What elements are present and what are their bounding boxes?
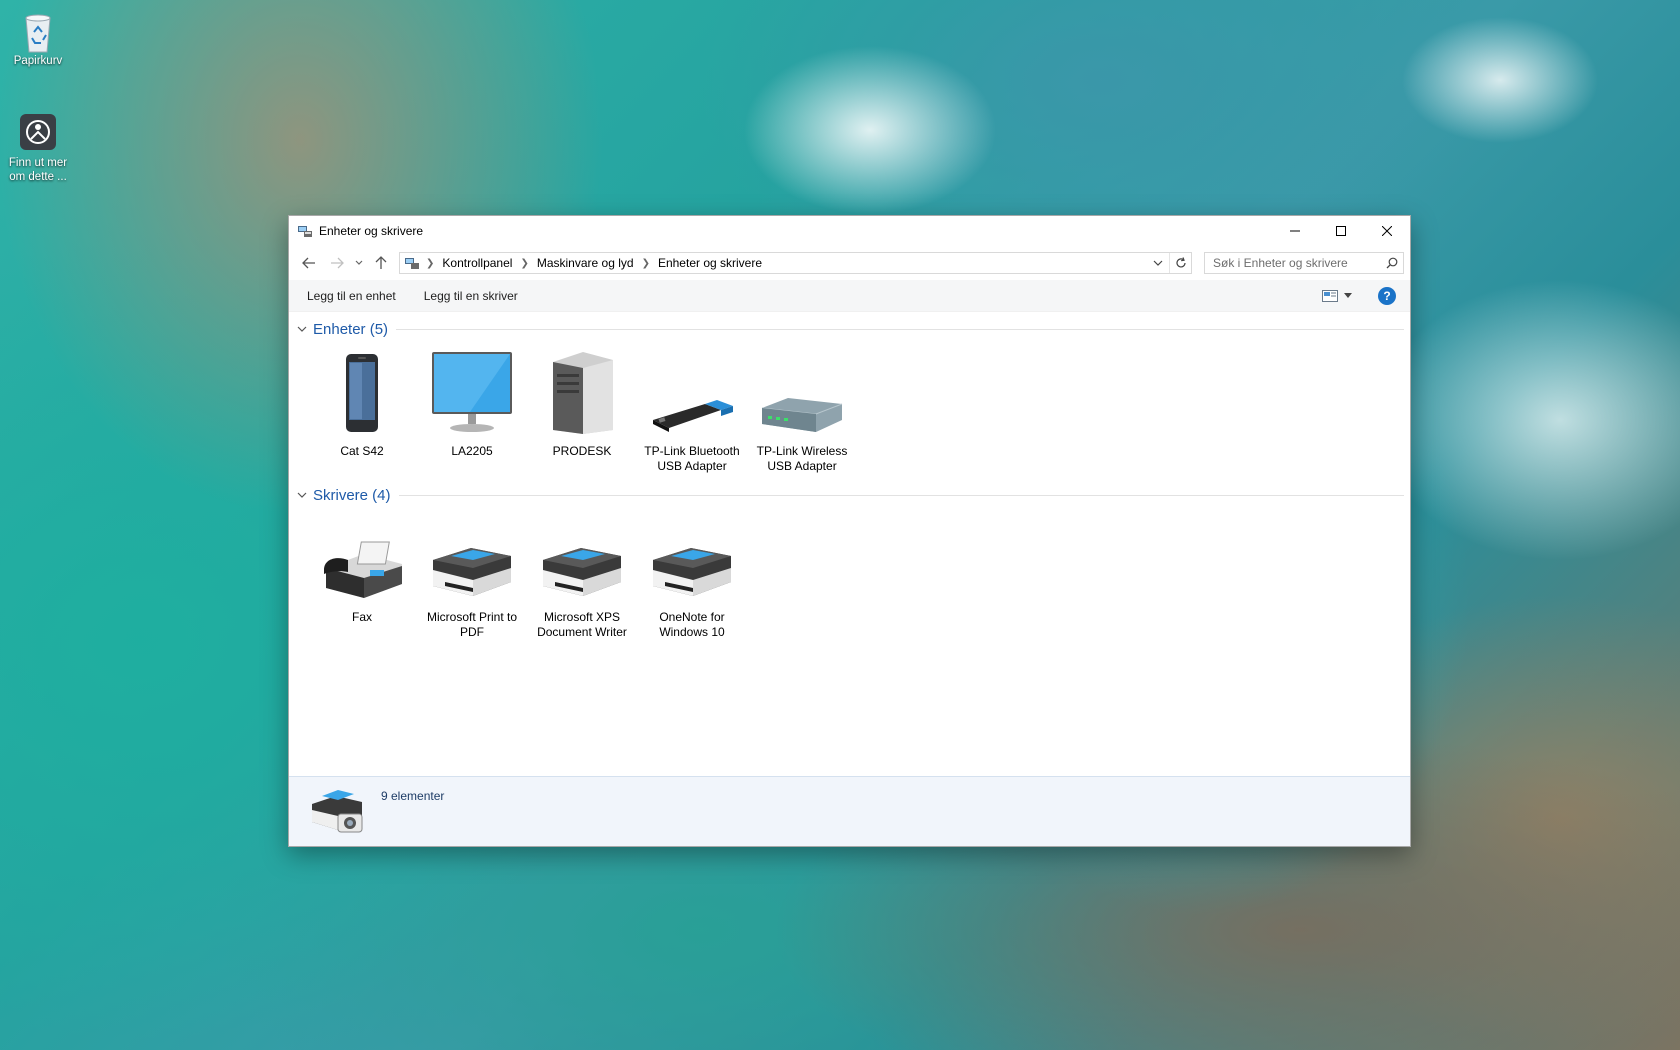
printer-label: Microsoft XPS Document Writer	[537, 610, 627, 639]
device-label: TP-Link Wireless USB Adapter	[756, 444, 848, 473]
device-label: TP-Link Bluetooth USB Adapter	[644, 444, 740, 473]
chevron-down-icon	[295, 492, 309, 498]
item-count: 9 elementer	[381, 789, 445, 803]
group-header-printers[interactable]: Skrivere (4)	[295, 482, 1404, 508]
back-button[interactable]	[295, 251, 323, 275]
printer-icon	[647, 514, 737, 600]
command-bar: Legg til en enhet Legg til en skriver ?	[289, 280, 1410, 312]
chevron-right-icon: ❯	[641, 257, 650, 269]
device-item[interactable]: PRODESK	[527, 342, 637, 474]
desktop-icon-recycle-bin[interactable]: Papirkurv	[0, 10, 76, 68]
group-divider	[398, 494, 1404, 496]
view-options-icon	[1322, 289, 1338, 302]
printers-list: Fax Microsoft Print to PDF Microsoft XPS…	[295, 508, 1404, 640]
desktop-icon-label: Papirkurv	[13, 55, 63, 67]
search-icon	[1381, 257, 1403, 269]
details-pane: 9 elementer	[289, 776, 1410, 846]
add-printer-button[interactable]: Legg til en skriver	[416, 284, 526, 308]
close-button[interactable]	[1364, 216, 1410, 246]
recent-locations-button[interactable]	[351, 251, 367, 275]
search-input[interactable]	[1213, 256, 1381, 270]
desktop-icon-label: Finn ut mer om dette ...	[8, 157, 68, 183]
refresh-button[interactable]	[1169, 253, 1191, 273]
group-title: Enheter (5)	[313, 320, 389, 338]
minimize-icon	[1290, 230, 1300, 232]
printer-label: Fax	[351, 610, 372, 624]
chevron-right-icon: ❯	[426, 257, 435, 269]
close-icon	[1382, 226, 1392, 236]
help-icon: ?	[1383, 288, 1391, 303]
desktop-icon-spotlight[interactable]: Finn ut mer om dette ...	[0, 112, 76, 184]
change-view-button[interactable]	[1322, 289, 1352, 302]
chevron-right-icon: ❯	[520, 257, 529, 269]
address-dropdown-button[interactable]	[1147, 253, 1169, 273]
printer-label: OneNote for Windows 10	[659, 610, 725, 639]
phone-icon	[317, 348, 407, 434]
window-title: Enheter og skrivere	[319, 224, 424, 238]
group-title: Skrivere (4)	[313, 486, 391, 504]
group-header-devices[interactable]: Enheter (5)	[295, 316, 1404, 342]
title-bar[interactable]: Enheter og skrivere	[289, 216, 1410, 246]
printer-icon	[537, 514, 627, 600]
items-view: Enheter (5) Cat S42 LA2205 PRODESK TP-Li…	[289, 312, 1410, 777]
breadcrumb-maskinvare[interactable]: Maskinvare og lyd	[531, 256, 640, 270]
up-button[interactable]	[367, 251, 395, 275]
chevron-down-icon	[295, 326, 309, 332]
device-item[interactable]: LA2205	[417, 342, 527, 474]
device-item[interactable]: Cat S42	[307, 342, 417, 474]
minimize-button[interactable]	[1272, 216, 1318, 246]
refresh-icon	[1175, 257, 1186, 268]
spotlight-icon	[18, 112, 58, 152]
search-box[interactable]	[1204, 252, 1404, 274]
caret-down-icon	[1344, 293, 1352, 298]
arrow-right-icon	[331, 257, 344, 269]
device-item[interactable]: TP-Link Bluetooth USB Adapter	[637, 342, 747, 474]
fax-icon	[317, 514, 407, 600]
arrow-up-icon	[375, 256, 387, 269]
desktop-tower-icon	[537, 348, 627, 434]
devices-printers-icon	[301, 777, 373, 846]
maximize-icon	[1336, 226, 1346, 236]
printer-icon	[427, 514, 517, 600]
usb-dongle-icon	[647, 348, 737, 434]
printer-item[interactable]: OneNote for Windows 10	[637, 508, 747, 640]
address-bar[interactable]: ❯ Kontrollpanel ❯ Maskinvare og lyd ❯ En…	[399, 252, 1192, 274]
breadcrumb-kontrollpanel[interactable]: Kontrollpanel	[436, 256, 518, 270]
recycle-bin-icon	[18, 10, 58, 53]
device-label: LA2205	[451, 444, 493, 458]
group-divider	[396, 328, 1404, 330]
add-device-button[interactable]: Legg til en enhet	[299, 284, 404, 308]
printer-item[interactable]: Fax	[307, 508, 417, 640]
chevron-down-icon	[355, 260, 363, 265]
printer-label: Microsoft Print to PDF	[426, 610, 518, 639]
printer-item[interactable]: Microsoft Print to PDF	[417, 508, 527, 640]
forward-button[interactable]	[323, 251, 351, 275]
device-label: Cat S42	[340, 444, 384, 458]
devices-printers-window: Enheter og skrivere ❯ Kontrollpanel ❯ Ma…	[288, 215, 1411, 847]
devices-list: Cat S42 LA2205 PRODESK TP-Link Bluetooth…	[295, 342, 1404, 474]
navigation-bar: ❯ Kontrollpanel ❯ Maskinvare og lyd ❯ En…	[289, 246, 1410, 280]
device-item[interactable]: TP-Link Wireless USB Adapter	[747, 342, 857, 474]
help-button[interactable]: ?	[1378, 286, 1396, 305]
network-adapter-icon	[757, 348, 847, 434]
monitor-icon	[427, 348, 517, 434]
arrow-left-icon	[302, 257, 315, 269]
chevron-down-icon	[1153, 260, 1163, 266]
maximize-button[interactable]	[1318, 216, 1364, 246]
control-panel-icon	[404, 255, 420, 271]
device-label: PRODESK	[552, 444, 612, 458]
breadcrumb-enheter[interactable]: Enheter og skrivere	[652, 256, 768, 270]
devices-printers-app-icon	[297, 223, 313, 239]
printer-item[interactable]: Microsoft XPS Document Writer	[527, 508, 637, 640]
